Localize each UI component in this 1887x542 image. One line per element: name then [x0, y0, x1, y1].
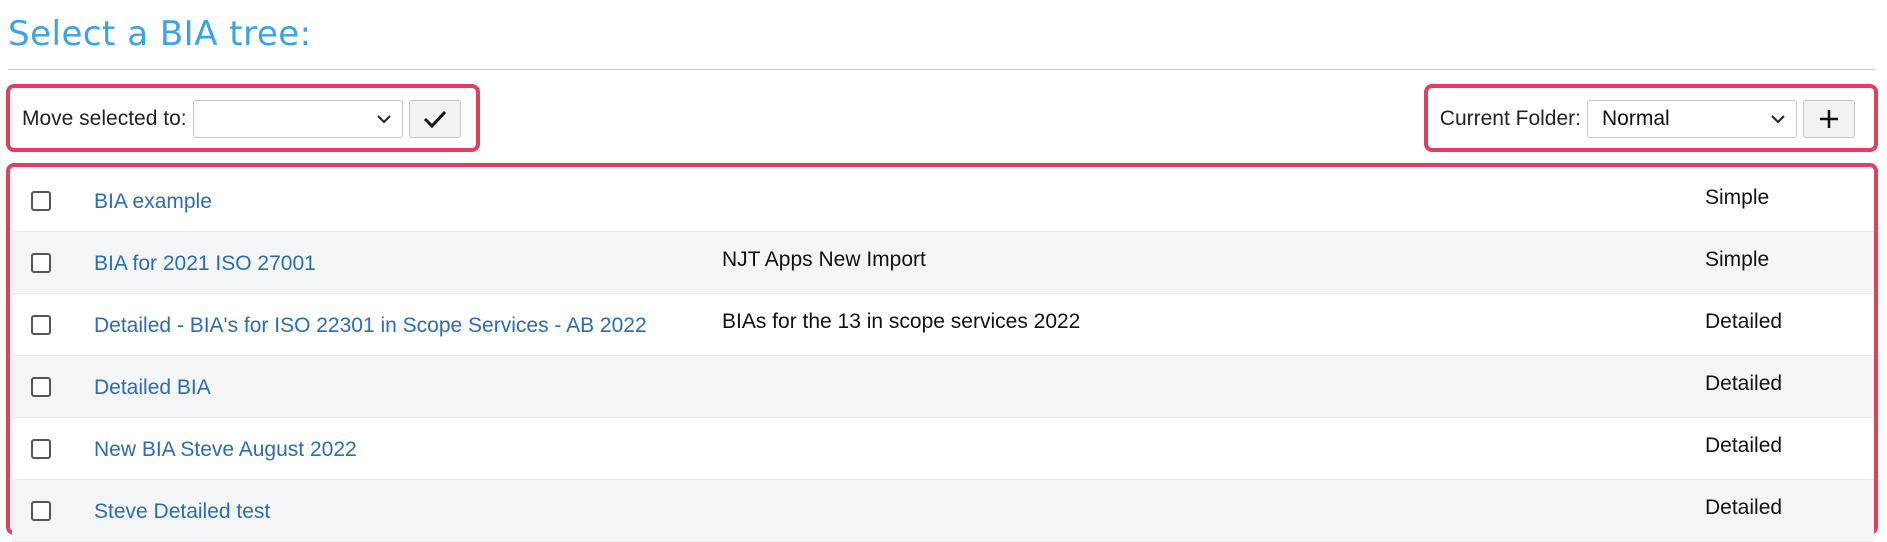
tree-name-link[interactable]: BIA example	[94, 190, 212, 214]
current-folder-label: Current Folder:	[1439, 107, 1581, 130]
plus-icon	[1820, 110, 1838, 128]
tree-name-link[interactable]: Steve Detailed test	[94, 500, 270, 524]
chevron-down-icon	[376, 115, 391, 124]
move-destination-select[interactable]	[192, 100, 403, 138]
folder-toolbar: Current Folder: Normal	[1440, 99, 1855, 139]
row-checkbox[interactable]	[31, 315, 51, 335]
tree-name-link[interactable]: New BIA Steve August 2022	[94, 438, 357, 462]
tree-type: Simple	[1705, 248, 1770, 271]
confirm-move-button[interactable]	[408, 100, 461, 138]
check-icon	[423, 110, 446, 129]
row-checkbox[interactable]	[31, 439, 51, 459]
table-row: New BIA Steve August 2022 Detailed	[12, 418, 1874, 480]
move-toolbar: Move selected to:	[22, 99, 461, 139]
page-title: Select a BIA tree:	[8, 14, 312, 54]
table-row: BIA example Simple	[12, 170, 1874, 232]
tree-type: Detailed	[1705, 434, 1783, 457]
table-row: BIA for 2021 ISO 27001 NJT Apps New Impo…	[12, 232, 1874, 294]
tree-name-link[interactable]: Detailed - BIA's for ISO 22301 in Scope …	[94, 314, 647, 338]
title-divider	[8, 69, 1875, 70]
tree-name-link[interactable]: Detailed BIA	[94, 376, 211, 400]
tree-type: Detailed	[1705, 372, 1783, 395]
add-folder-button[interactable]	[1803, 100, 1855, 138]
row-checkbox[interactable]	[31, 191, 51, 211]
row-checkbox[interactable]	[31, 501, 51, 521]
table-row: Detailed BIA Detailed	[12, 356, 1874, 418]
tree-description: NJT Apps New Import	[722, 248, 926, 271]
tree-type: Detailed	[1705, 310, 1783, 333]
tree-description: BIAs for the 13 in scope services 2022	[722, 310, 1081, 333]
row-checkbox[interactable]	[31, 253, 51, 273]
chevron-down-icon	[1771, 115, 1785, 124]
bia-tree-list: BIA example Simple BIA for 2021 ISO 2700…	[12, 170, 1874, 542]
current-folder-select[interactable]: Normal	[1587, 100, 1797, 138]
tree-type: Detailed	[1705, 496, 1783, 519]
table-row: Detailed - BIA's for ISO 22301 in Scope …	[12, 294, 1874, 356]
row-checkbox[interactable]	[31, 377, 51, 397]
tree-name-link[interactable]: BIA for 2021 ISO 27001	[94, 252, 316, 276]
move-selected-label: Move selected to:	[22, 107, 187, 130]
current-folder-value: Normal	[1602, 107, 1670, 130]
table-row: Steve Detailed test Detailed	[12, 480, 1874, 542]
tree-type: Simple	[1705, 186, 1770, 209]
